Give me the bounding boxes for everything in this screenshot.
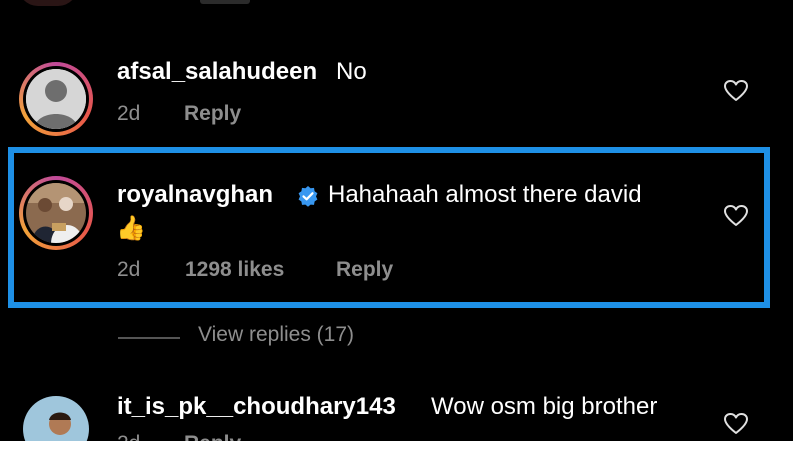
avatar[interactable] [19,392,93,441]
thumbs-up-emoji: 👍 [116,215,146,242]
profile-photo [26,183,86,243]
likes-count[interactable]: 1298 likes [185,258,284,282]
comment-text: Hahahaah almost there david [328,181,642,208]
image-border [0,441,800,451]
comment-text: Wow osm big brother [431,393,658,420]
heart-icon[interactable] [723,204,749,228]
comment-username[interactable]: afsal_salahudeen [117,58,317,86]
view-replies-button[interactable]: View replies (17) [198,323,354,347]
avatar[interactable] [19,176,93,250]
previous-comment-avatar [18,0,78,6]
view-replies-divider [118,337,180,339]
previous-comment-meta [200,0,250,4]
comment-age: 2d [117,432,140,441]
comment-age: 2d [117,258,141,281]
comment-text: No [336,58,367,85]
comments-screen: afsal_salahudeen No 2d Reply royalnavgha… [0,0,793,441]
comment-username[interactable]: royalnavghan [117,181,273,209]
reply-button[interactable]: Reply [336,258,393,282]
profile-photo [23,396,89,441]
reply-button[interactable]: Reply [184,102,241,126]
default-profile-photo [26,69,86,129]
heart-icon[interactable] [723,79,749,103]
comment-username[interactable]: it_is_pk__choudhary143 [117,393,396,421]
reply-button[interactable]: Reply [184,432,241,441]
avatar[interactable] [19,62,93,136]
comment-age: 2d [117,102,141,125]
verified-badge-icon [298,186,318,207]
heart-icon[interactable] [723,412,749,436]
